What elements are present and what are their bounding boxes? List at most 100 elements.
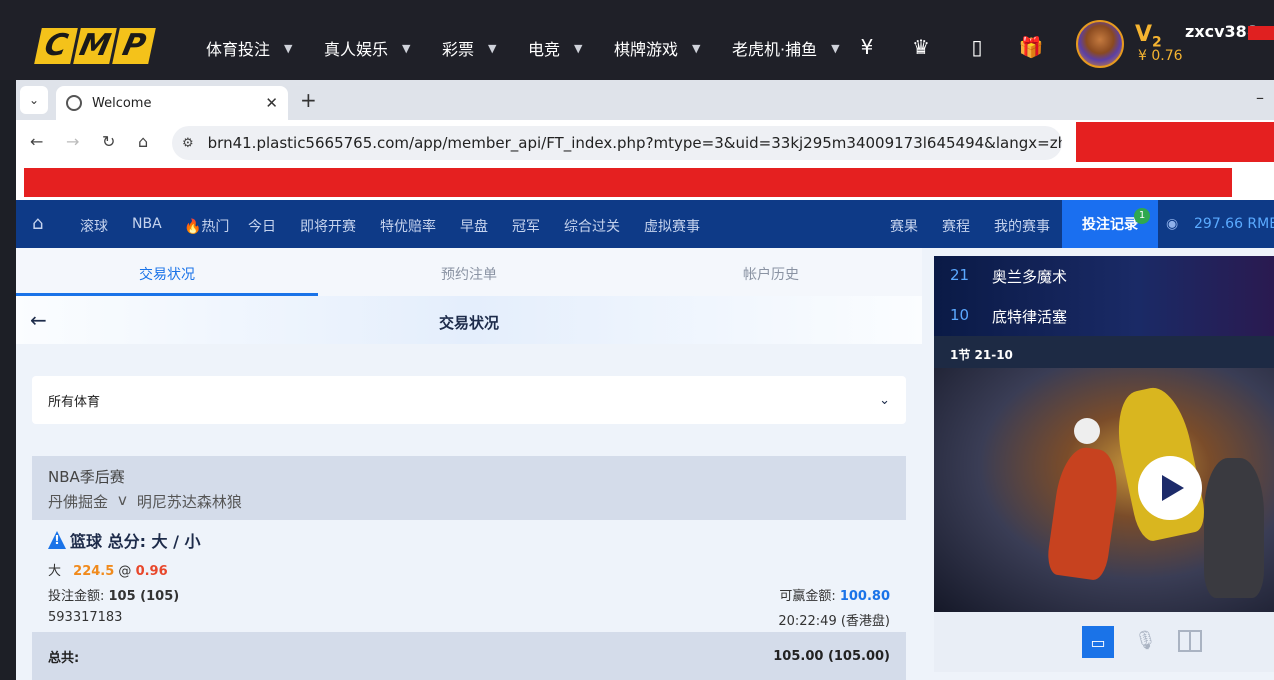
- account-balance: 297.66 RMB: [1194, 216, 1274, 232]
- nav-label: 棋牌游戏: [614, 40, 679, 59]
- chevron-down-icon: ▼: [402, 41, 411, 55]
- close-icon[interactable]: ✕: [265, 94, 278, 112]
- nav-best-odds[interactable]: 特优赔率: [380, 216, 436, 236]
- tab-transactions[interactable]: 交易状况: [16, 264, 318, 284]
- period-score: 1节 21-10: [934, 336, 1274, 368]
- tab-reserved-bets[interactable]: 预约注单: [318, 264, 620, 284]
- ticket-row: 593317183 20:22:49 (香港盘): [48, 610, 890, 629]
- nav-label: 体育投注: [206, 40, 271, 59]
- chevron-down-icon: ⌄: [879, 392, 890, 408]
- vip-letter: V: [1135, 22, 1153, 47]
- vs-label: v: [118, 491, 127, 509]
- live-video[interactable]: [934, 368, 1274, 612]
- page-title: 交易状况: [438, 314, 499, 332]
- nav-early[interactable]: 早盘: [460, 216, 488, 236]
- sport-filter-select[interactable]: 所有体育 ⌄: [32, 376, 906, 424]
- nav-results[interactable]: 赛果: [890, 216, 918, 236]
- back-button[interactable]: ←: [30, 132, 43, 151]
- team-score: 21: [950, 266, 970, 284]
- tv-icon[interactable]: ▭: [1082, 626, 1114, 658]
- amount-row: 投注金额: 105 (105) 可赢金额: 100.80: [48, 585, 890, 604]
- nav-parlay[interactable]: 综合过关: [564, 216, 620, 236]
- tab-search-button[interactable]: ⌄: [20, 86, 48, 114]
- warning-icon: !: [48, 531, 66, 549]
- bet-market: ! 篮球 总分: 大 / 小: [48, 528, 890, 552]
- nav-label: 彩票: [442, 40, 475, 59]
- nav-lottery[interactable]: 彩票 ▼: [442, 36, 496, 60]
- logo-letter: C: [34, 28, 78, 64]
- nav-today[interactable]: 今日: [248, 216, 276, 236]
- nav-card-games[interactable]: 棋牌游戏 ▼: [614, 36, 700, 60]
- forward-button[interactable]: →: [66, 132, 79, 151]
- gift-icon[interactable]: 🎁: [1014, 30, 1048, 64]
- tab-title: Welcome: [92, 95, 152, 111]
- browser-window: ⌄ Welcome ✕ + – ← → ↻ ⌂ ⚙ brn41.plastic5…: [16, 80, 1274, 680]
- nav-upcoming[interactable]: 即将开赛: [300, 216, 356, 236]
- team-name: 底特律活塞: [992, 308, 1068, 326]
- nav-in-play[interactable]: 滚球: [80, 216, 108, 236]
- league-name: NBA季后赛: [48, 468, 125, 486]
- site-info-icon[interactable]: ⚙: [182, 136, 194, 151]
- reload-button[interactable]: ↻: [102, 132, 115, 151]
- site-logo[interactable]: C M P: [34, 28, 156, 64]
- potential-win: 可赢金额: 100.80: [779, 585, 890, 604]
- logo-letter: P: [112, 28, 156, 64]
- stake: 投注金额: 105 (105): [48, 585, 179, 604]
- ticket-id: 593317183: [48, 610, 123, 625]
- new-tab-button[interactable]: +: [300, 88, 317, 112]
- nav-outright[interactable]: 冠军: [512, 216, 540, 236]
- bet-card-body: ! 篮球 总分: 大 / 小 大 224.5 @ 0.96 投注金额: 105 (…: [32, 520, 906, 632]
- athlete-figure: [1045, 444, 1123, 582]
- chevron-down-icon: ▼: [284, 41, 293, 55]
- bet-count-badge: 1: [1134, 208, 1150, 224]
- court-icon[interactable]: [1178, 630, 1202, 652]
- total-value: 105.00 (105.00): [773, 648, 890, 664]
- sport-filter-value: 所有体育: [48, 394, 101, 410]
- nav-hot[interactable]: 🔥热门: [184, 216, 229, 236]
- nav-nba[interactable]: NBA: [132, 216, 162, 232]
- chevron-down-icon: ▼: [488, 41, 497, 55]
- home-team: 丹佛掘金: [48, 493, 109, 511]
- arrow-right-icon: →: [66, 132, 80, 151]
- tab-account-history[interactable]: 帐户历史: [620, 264, 922, 284]
- redaction-block: [24, 168, 1232, 197]
- bet-odds: 0.96: [135, 564, 168, 579]
- mobile-icon[interactable]: ▯: [960, 30, 994, 64]
- at-symbol: @: [118, 564, 132, 579]
- matchup: 丹佛掘金 v 明尼苏达森林狼: [48, 491, 890, 512]
- total-label: 总共:: [48, 650, 80, 666]
- win-value: 100.80: [839, 589, 890, 604]
- total-row: 总共: 105.00 (105.00): [32, 632, 906, 680]
- eye-off-icon[interactable]: ◉: [1166, 216, 1178, 232]
- nav-esports[interactable]: 电竞 ▼: [528, 36, 582, 60]
- win-label: 可赢金额:: [779, 589, 840, 604]
- nav-label: 电竞: [528, 40, 561, 59]
- minimize-button[interactable]: –: [1256, 88, 1264, 107]
- crown-icon[interactable]: ♛: [904, 30, 938, 64]
- away-team: 明尼苏达森林狼: [136, 493, 242, 511]
- stake-value: 105 (105): [108, 589, 180, 604]
- nav-label: 真人娱乐: [324, 40, 389, 59]
- browser-tab[interactable]: Welcome ✕: [56, 86, 288, 120]
- chevron-down-icon: ▼: [831, 41, 840, 55]
- home-button[interactable]: ⌂: [138, 132, 148, 151]
- microphone-icon[interactable]: 🎙: [1134, 630, 1157, 651]
- home-icon[interactable]: ⌂: [32, 213, 43, 234]
- address-bar[interactable]: ⚙ brn41.plastic5665765.com/app/member_ap…: [172, 126, 1062, 160]
- selection-label: 大: [48, 564, 62, 579]
- logo-letter: M: [73, 28, 117, 64]
- nav-schedule[interactable]: 赛程: [942, 216, 970, 236]
- username[interactable]: zxcv388: [1185, 22, 1258, 41]
- minimize-icon: –: [1256, 88, 1264, 107]
- url-text: brn41.plastic5665765.com/app/member_api/…: [207, 134, 1062, 152]
- nav-my-events[interactable]: 我的赛事: [994, 216, 1050, 236]
- avatar[interactable]: [1076, 20, 1124, 68]
- yen-icon[interactable]: ¥: [850, 30, 884, 64]
- redaction-block: [1076, 122, 1274, 162]
- nav-virtual[interactable]: 虚拟赛事: [644, 216, 700, 236]
- play-button[interactable]: [1138, 456, 1202, 520]
- nav-sports-betting[interactable]: 体育投注 ▼: [206, 36, 292, 60]
- bet-time: 20:22:49 (香港盘): [778, 614, 890, 629]
- nav-slots-fishing[interactable]: 老虎机·捕鱼 ▼: [732, 36, 840, 60]
- nav-live-casino[interactable]: 真人娱乐 ▼: [324, 36, 410, 60]
